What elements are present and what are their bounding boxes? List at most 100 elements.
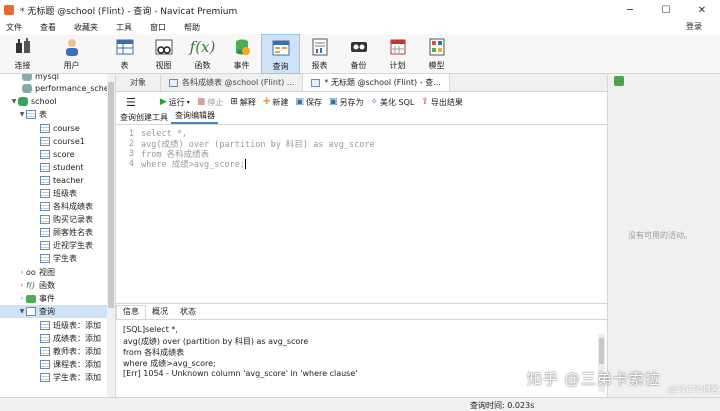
tree-node-functions[interactable]: › f() 函数 xyxy=(18,279,55,292)
tree-node-views[interactable]: › oo 视图 xyxy=(18,266,55,279)
menu-window[interactable]: 窗口 xyxy=(150,22,166,33)
calendar-icon xyxy=(388,36,408,58)
tab-untitled-query[interactable]: * 无标题 @school (Flint) - 查... xyxy=(303,74,450,91)
tab-objects[interactable]: 对象 xyxy=(116,74,161,91)
save-icon: ▣ xyxy=(295,97,304,107)
query-icon xyxy=(271,37,291,59)
tree-item-school[interactable]: ▼ school xyxy=(10,95,57,108)
navicat-app-icon xyxy=(4,5,14,15)
collapse-arrow-icon[interactable]: › xyxy=(18,269,26,276)
run-button[interactable]: ▶ 运行 ▾ xyxy=(160,97,190,108)
tree-table-item[interactable]: 购买记录表 xyxy=(40,213,93,226)
toolbar-user-button[interactable]: 用户 xyxy=(52,34,91,74)
table-icon xyxy=(40,228,50,237)
table-icon xyxy=(40,124,50,133)
tab-query-editor[interactable]: 查询编辑器 xyxy=(171,110,218,124)
navigation-sidebar: mysql performance_schema ▼ school ▼ 表 cour… xyxy=(0,74,116,411)
tab-query-builder[interactable]: 查询创建工具 xyxy=(116,112,171,124)
tree-node-queries[interactable]: ▼ 查询 xyxy=(0,305,108,318)
maximize-button[interactable]: ☐ xyxy=(648,0,684,20)
tree-query-item[interactable]: 班级表：添加 xyxy=(40,319,101,332)
query-icon xyxy=(40,321,50,330)
backup-icon xyxy=(349,36,369,58)
user-icon xyxy=(62,36,82,58)
toolbar-function-button[interactable]: f(x) 函数 xyxy=(183,34,222,74)
login-link[interactable]: 登录 xyxy=(686,21,702,32)
sidebar-scrollbar[interactable] xyxy=(107,74,115,411)
collapse-arrow-icon[interactable]: › xyxy=(18,295,26,302)
tree-query-item[interactable]: 课程表：添加 xyxy=(40,358,101,371)
tree-table-item[interactable]: 学生表 xyxy=(40,252,77,265)
stop-button[interactable]: ■ 停止 xyxy=(197,97,224,108)
export-results-button[interactable]: ⇪ 导出结果 xyxy=(421,97,463,108)
minimize-button[interactable]: ─ xyxy=(612,0,648,20)
toolbar-event-button[interactable]: 事件 xyxy=(222,34,261,74)
expand-arrow-icon[interactable]: ▼ xyxy=(18,308,26,315)
tab-table-scores[interactable]: 各科成绩表 @school (Flint) ... xyxy=(161,74,304,91)
database-icon xyxy=(22,84,32,93)
window-title: * 无标题 @school (Flint) - 查询 - Navicat Pre… xyxy=(20,6,238,17)
menu-file[interactable]: 文件 xyxy=(6,22,22,33)
menu-tools[interactable]: 工具 xyxy=(116,22,132,33)
menu-help[interactable]: 帮助 xyxy=(184,22,200,33)
scrollbar-thumb[interactable] xyxy=(599,338,604,364)
export-icon: ⇪ xyxy=(421,97,429,107)
table-icon xyxy=(40,150,50,159)
tree-table-item[interactable]: 班级表 xyxy=(40,187,77,200)
query-toolbar: ☰ ▶ 运行 ▾ ■ 停止 ⊞ 解释 ✚ 新建 ▣ 保存 ▣ 另存为 ✧ 美化 SQL ⇪ 导出结… xyxy=(116,92,607,112)
close-button[interactable]: ✕ xyxy=(684,0,720,20)
tab-status[interactable]: 状态 xyxy=(174,306,202,319)
toolbar-model-button[interactable]: 模型 xyxy=(417,34,456,74)
main-toolbar: 连接 用户 表 视图 f(x) 函数 事件 查询 报表 备份 计划 模型 xyxy=(0,34,720,74)
tree-table-item[interactable]: course xyxy=(40,122,80,135)
save-button[interactable]: ▣ 保存 xyxy=(295,97,322,108)
collapse-arrow-icon[interactable]: › xyxy=(18,282,26,289)
editor-mode-tabs: 查询创建工具 查询编辑器 xyxy=(116,110,607,125)
tab-message[interactable]: 信息 xyxy=(116,305,146,319)
view-icon: oo xyxy=(26,268,36,277)
toolbar-schedule-button[interactable]: 计划 xyxy=(378,34,417,74)
scrollbar-thumb[interactable] xyxy=(108,82,114,308)
tree-table-item[interactable]: course1 xyxy=(40,135,85,148)
tree-node-events[interactable]: › 事件 xyxy=(18,292,55,305)
document-tabs: 对象 各科成绩表 @school (Flint) ... * 无标题 @scho… xyxy=(116,74,607,92)
menu-view[interactable]: 查看 xyxy=(40,22,56,33)
view-icon xyxy=(154,36,174,58)
tree-query-item[interactable]: 成绩表：添加 xyxy=(40,332,101,345)
table-icon xyxy=(169,78,178,87)
sql-editor[interactable]: 1 select *, 2 avg(成绩) over (partition by 科… xyxy=(116,125,607,303)
save-as-button[interactable]: ▣ 另存为 xyxy=(329,97,364,108)
tree-node-tables[interactable]: ▼ 表 xyxy=(18,108,47,121)
table-icon xyxy=(40,137,50,146)
tree-table-item[interactable]: score xyxy=(40,148,75,161)
tree-query-item[interactable]: 学生表：添加 xyxy=(40,371,101,384)
stop-icon: ■ xyxy=(196,97,206,107)
tree-table-item[interactable]: 各科成绩表 xyxy=(40,200,93,213)
explain-button[interactable]: ⊞ 解释 xyxy=(230,97,256,108)
beautify-sql-button[interactable]: ✧ 美化 SQL xyxy=(370,97,414,108)
toolbar-report-button[interactable]: 报表 xyxy=(300,34,339,74)
tree-table-item[interactable]: 顾客姓名表 xyxy=(40,226,93,239)
toolbar-view-button[interactable]: 视图 xyxy=(144,34,183,74)
menu-favorites[interactable]: 收藏夹 xyxy=(74,22,98,33)
new-query-button[interactable]: ✚ 新建 xyxy=(263,97,289,108)
tree-table-item[interactable]: 近视学生表 xyxy=(40,239,93,252)
info-panel-icon[interactable] xyxy=(614,76,624,86)
query-time: 查询时间: 0.023s xyxy=(470,401,535,410)
tab-profile[interactable]: 概况 xyxy=(146,306,174,319)
toolbar-connect-button[interactable]: 连接 xyxy=(3,34,42,74)
hamburger-menu-icon[interactable]: ☰ xyxy=(126,96,136,109)
function-icon: f(x) xyxy=(189,38,216,56)
tree-table-item[interactable]: teacher xyxy=(40,174,84,187)
status-bar: 查询时间: 0.023s xyxy=(0,397,720,411)
tree-item-performance-schema[interactable]: performance_schema xyxy=(22,82,115,95)
toolbar-query-button[interactable]: 查询 xyxy=(261,34,300,74)
expand-arrow-icon[interactable]: ▼ xyxy=(10,98,18,105)
no-activity-text: 没有可用的活动。 xyxy=(628,231,692,240)
message-line: from 各科成绩表 xyxy=(123,348,185,357)
toolbar-table-button[interactable]: 表 xyxy=(105,34,144,74)
toolbar-backup-button[interactable]: 备份 xyxy=(339,34,378,74)
tree-table-item[interactable]: student xyxy=(40,161,84,174)
tree-query-item[interactable]: 教师表：添加 xyxy=(40,345,101,358)
expand-arrow-icon[interactable]: ▼ xyxy=(18,111,26,118)
